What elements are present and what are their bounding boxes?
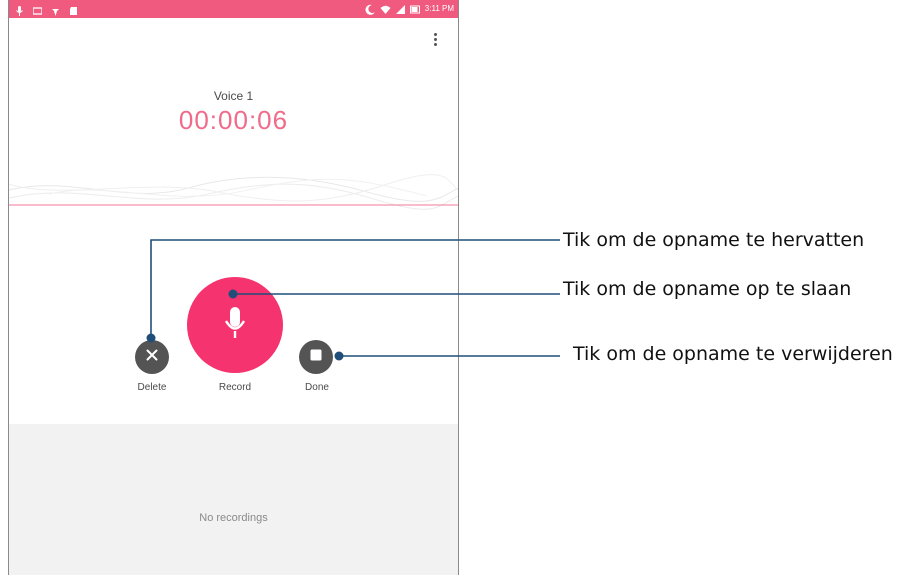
callout-save: Tik om de opname op te slaan bbox=[563, 278, 852, 300]
callout-dot-save bbox=[228, 289, 238, 299]
callout-resume: Tik om de opname te hervatten bbox=[563, 229, 865, 251]
callout-dot-resume bbox=[146, 333, 156, 343]
callout-line-resume bbox=[150, 239, 560, 338]
callout-delete: Tik om de opname te verwijderen bbox=[573, 343, 893, 365]
callout-dot-delete bbox=[334, 351, 344, 361]
